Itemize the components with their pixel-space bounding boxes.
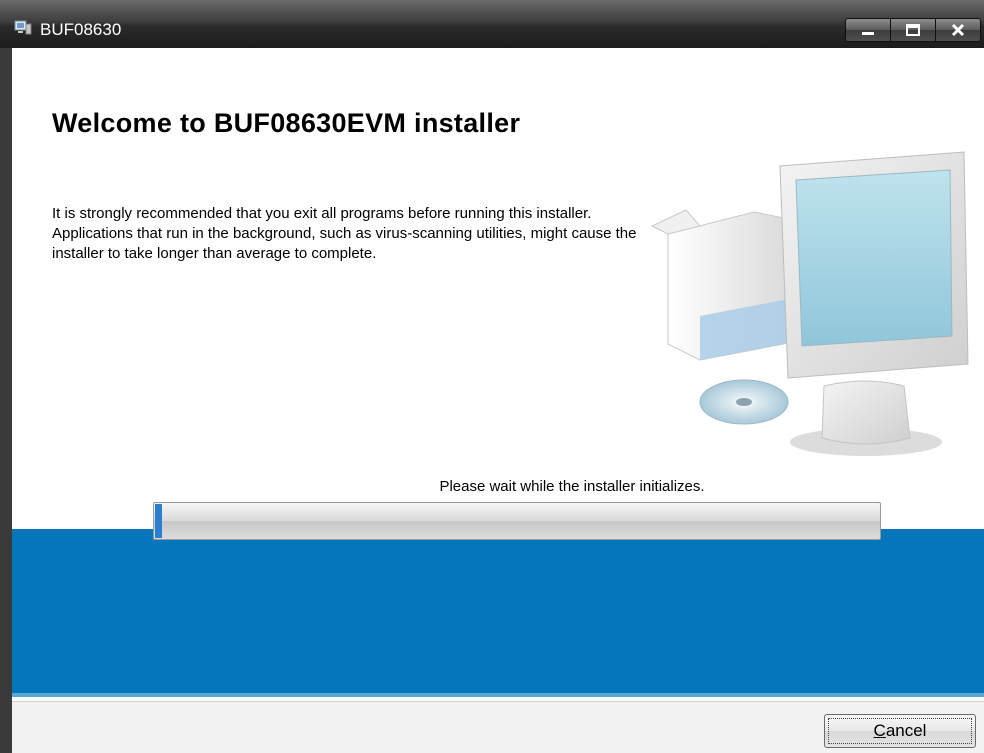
progress-band [12,529,984,697]
button-bar: Cancel [12,701,984,753]
welcome-heading: Welcome to BUF08630EVM installer [52,108,521,138]
progress-fill [155,504,162,538]
minimize-icon [846,19,890,41]
minimize-button[interactable] [845,18,891,42]
installer-computer-icon [14,20,32,35]
close-button[interactable] [935,18,981,42]
installer-body: Welcome to BUF08630EVM installer It is s… [12,48,984,753]
close-icon [936,19,980,41]
installer-window: BUF08630 Welcome to BUF08630EVM installe… [0,0,984,753]
recommendation-text: It is strongly recommended that you exit… [52,205,637,262]
cancel-label: Cancel [873,721,927,740]
computer-with-box-and-disc-illustration [650,151,969,456]
window-title: BUF08630 [40,20,122,39]
maximize-button[interactable] [890,18,936,42]
status-text: Please wait while the installer initiali… [439,478,705,495]
progress-bar [153,502,881,540]
maximize-icon [891,19,935,41]
title-bar[interactable]: BUF08630 [0,0,984,48]
cancel-button[interactable]: Cancel [824,714,976,748]
